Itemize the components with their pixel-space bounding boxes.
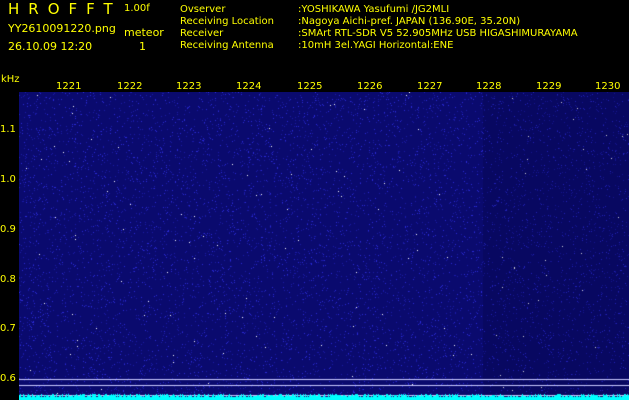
freq-tick: 1.1 <box>0 124 16 135</box>
freq-tick: 0.9 <box>0 224 16 235</box>
app-version: 1.00f <box>124 3 150 14</box>
info-label: Receiver <box>180 28 224 39</box>
time-tick: 1230 <box>595 81 621 92</box>
freq-tick: 0.6 <box>0 373 16 384</box>
freq-tick: 0.8 <box>0 274 16 285</box>
capture-timestamp: 26.10.09 12:20 <box>8 40 93 53</box>
time-tick: 1227 <box>417 81 443 92</box>
time-tick: 1221 <box>56 81 82 92</box>
image-filename: YY2610091220.png <box>8 22 116 35</box>
info-row-observer: Ovserver :YOSHIKAWA Yasufumi /JG2MLI <box>180 4 578 16</box>
time-tick: 1223 <box>176 81 202 92</box>
info-value: :YOSHIKAWA Yasufumi /JG2MLI <box>298 4 450 15</box>
info-row-location: Receiving Location :Nagoya Aichi-pref. JA… <box>180 16 578 28</box>
meteor-label: meteor <box>124 26 164 39</box>
time-tick: 1222 <box>117 81 143 92</box>
freq-tick: 0.7 <box>0 323 16 334</box>
app-name: HROFFT <box>8 0 122 18</box>
info-value: :SMArt RTL-SDR V5 52.905MHz USB HIGASHIM… <box>298 28 578 39</box>
header-panel: HROFFT 1.00f YY2610091220.png 26.10.09 1… <box>0 0 629 75</box>
info-value: :10mH 3el.YAGI Horizontal:ENE <box>298 40 454 51</box>
info-value: :Nagoya Aichi-pref. JAPAN (136.90E, 35.2… <box>298 16 521 27</box>
info-label: Receiving Antenna <box>180 40 274 51</box>
info-label: Ovserver <box>180 4 226 15</box>
station-info: Ovserver :YOSHIKAWA Yasufumi /JG2MLI Rece… <box>180 4 578 52</box>
time-tick: 1226 <box>357 81 383 92</box>
time-tick: 1228 <box>476 81 502 92</box>
freq-tick: 1.0 <box>0 174 16 185</box>
time-tick: 1229 <box>536 81 562 92</box>
info-label: Receiving Location <box>180 16 274 27</box>
frequency-unit-label: kHz <box>1 74 20 85</box>
info-row-receiver: Receiver :SMArt RTL-SDR V5 52.905MHz USB … <box>180 28 578 40</box>
spectrogram-panel <box>0 75 629 400</box>
meteor-count: 1 <box>139 40 146 53</box>
spectrogram-canvas <box>19 92 629 400</box>
info-row-antenna: Receiving Antenna :10mH 3el.YAGI Horizont… <box>180 40 578 52</box>
time-tick: 1225 <box>297 81 323 92</box>
time-tick: 1224 <box>236 81 262 92</box>
